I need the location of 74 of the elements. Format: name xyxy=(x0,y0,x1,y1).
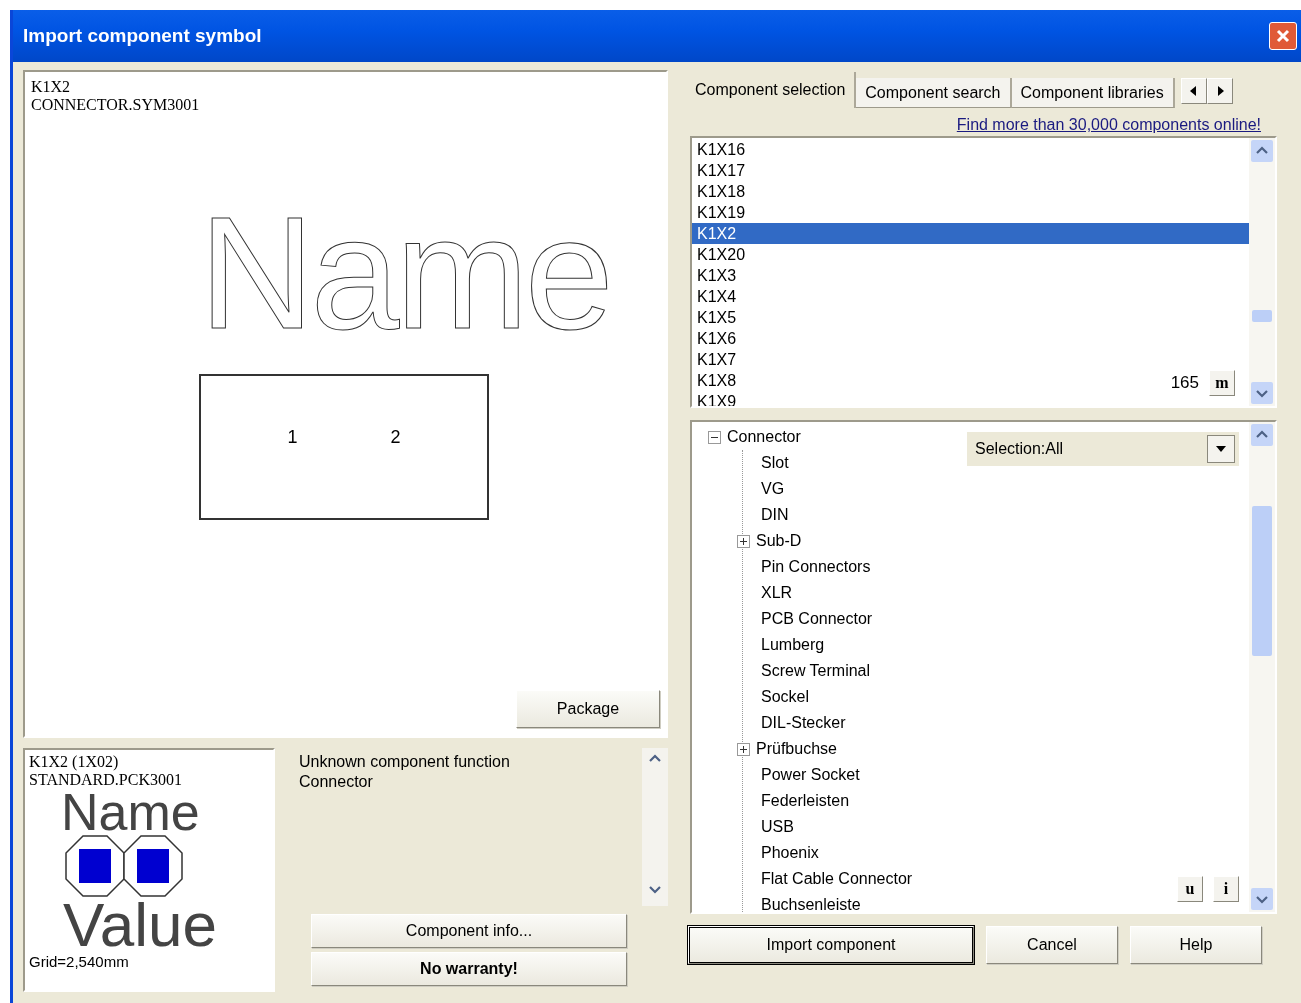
list-item[interactable]: K1X4 xyxy=(692,286,741,307)
list-item[interactable]: K1X5 xyxy=(692,307,741,328)
symbol-name-text: Name xyxy=(199,198,610,348)
window-title: Import component symbol xyxy=(23,25,262,47)
scrollbar[interactable] xyxy=(1249,138,1275,406)
online-link[interactable]: Find more than 30,000 components online! xyxy=(956,116,1261,134)
list-item[interactable]: K1X17 xyxy=(692,160,750,181)
package-name: K1X2 (1X02) xyxy=(29,753,120,771)
scrollbar[interactable] xyxy=(1249,422,1275,912)
grid-label: Grid=2,540mm xyxy=(29,953,130,970)
tree-item[interactable]: Prüfbuchse xyxy=(756,740,837,758)
warranty-button[interactable]: No warranty! xyxy=(311,952,627,986)
tool-button[interactable]: u xyxy=(1177,876,1203,902)
package-value-text: Value xyxy=(63,897,218,953)
scroll-thumb[interactable] xyxy=(1252,310,1272,322)
tab[interactable]: Component search xyxy=(856,78,1012,108)
package-file: STANDARD.PCK3001 xyxy=(29,771,183,789)
tree-item[interactable]: Sub-D xyxy=(756,532,802,550)
list-item[interactable]: K1X18 xyxy=(692,181,750,202)
tree-item[interactable]: Buchsenleiste xyxy=(761,896,861,912)
m-button[interactable]: m xyxy=(1209,370,1235,396)
tree-item[interactable]: XLR xyxy=(761,584,793,602)
collapse-icon[interactable] xyxy=(708,430,721,444)
tree-item[interactable]: Pin Connectors xyxy=(761,558,871,576)
expand-icon[interactable] xyxy=(737,742,750,756)
scroll-down-button[interactable] xyxy=(1251,382,1273,404)
tool-button[interactable]: i xyxy=(1213,876,1239,902)
tree-item[interactable]: Power Socket xyxy=(761,766,860,784)
scroll-up-button[interactable] xyxy=(1251,424,1273,446)
list-item[interactable]: K1X6 xyxy=(692,328,741,349)
dialog-button[interactable]: Import component xyxy=(688,926,974,964)
list-item[interactable]: K1X8 xyxy=(692,370,741,391)
list-item[interactable]: K1X3 xyxy=(692,265,741,286)
tab-scroll-left-button[interactable] xyxy=(1180,78,1207,104)
tree-item[interactable]: Screw Terminal xyxy=(761,662,871,680)
pin-number: 2 xyxy=(390,426,401,448)
tree-item[interactable]: Flat Cable Connector xyxy=(761,870,913,888)
package-name-text: Name xyxy=(61,789,201,835)
scroll-thumb[interactable] xyxy=(1252,506,1272,656)
dialog-button[interactable]: Cancel xyxy=(986,926,1118,964)
scroll-down-button[interactable] xyxy=(1251,888,1273,910)
tree-item[interactable]: Slot xyxy=(761,454,789,472)
tree-item[interactable]: DIL-Stecker xyxy=(761,714,846,732)
close-button[interactable] xyxy=(1269,22,1297,50)
scroll-up-button[interactable] xyxy=(1251,140,1273,162)
tree-item[interactable]: USB xyxy=(761,818,794,836)
tab[interactable]: Component libraries xyxy=(1011,78,1175,108)
tree-item[interactable]: DIN xyxy=(761,506,789,524)
tree-item[interactable]: Connector xyxy=(727,428,801,446)
tree-item[interactable]: Sockel xyxy=(761,688,810,706)
selection-dropdown[interactable]: Selection:All xyxy=(967,432,1239,466)
scrollbar[interactable] xyxy=(642,748,668,906)
tree-item[interactable]: VG xyxy=(761,480,785,498)
list-item[interactable]: K1X2 xyxy=(692,223,1249,244)
tab-scroll-right-button[interactable] xyxy=(1206,78,1233,104)
component-count: 165 xyxy=(1170,373,1199,393)
list-item[interactable]: K1X16 xyxy=(692,139,750,160)
tree-item[interactable]: Federleisten xyxy=(761,792,850,810)
close-icon xyxy=(1275,28,1291,44)
package-button[interactable]: Package xyxy=(516,690,660,728)
list-item[interactable]: K1X7 xyxy=(692,349,741,370)
symbol-file: CONNECTOR.SYM3001 xyxy=(31,96,201,114)
list-item[interactable]: K1X19 xyxy=(692,202,750,223)
symbol-name: K1X2 xyxy=(31,78,72,96)
list-item[interactable]: K1X20 xyxy=(692,244,750,265)
component-info-button[interactable]: Component info... xyxy=(311,914,627,948)
tree-item[interactable]: Lumberg xyxy=(761,636,825,654)
expand-icon[interactable] xyxy=(737,534,750,548)
info-text: Unknown component function xyxy=(299,752,511,772)
dialog-button[interactable]: Help xyxy=(1130,926,1262,964)
tree-item[interactable]: PCB Connector xyxy=(761,610,873,628)
info-text: Connector xyxy=(299,772,374,792)
tree-item[interactable]: Phoenix xyxy=(761,844,819,862)
pin-number: 1 xyxy=(287,426,298,448)
